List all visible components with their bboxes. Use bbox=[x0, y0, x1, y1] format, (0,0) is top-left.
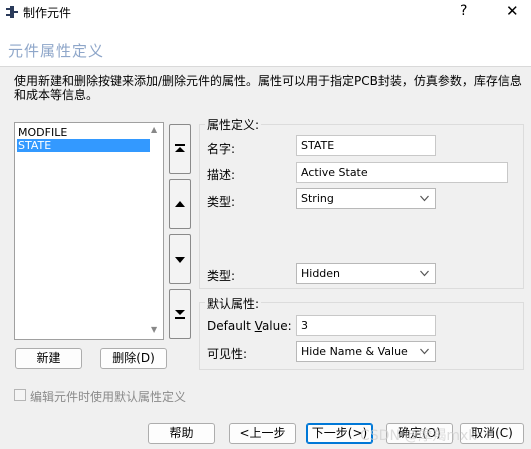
type-dropdown-2[interactable]: Hidden bbox=[296, 263, 436, 284]
window-title: 制作元件 bbox=[23, 6, 72, 20]
move-down-button[interactable] bbox=[169, 234, 191, 284]
type-dropdown-2-value: Hidden bbox=[301, 267, 341, 280]
type-label-2: 类型: bbox=[207, 269, 236, 283]
watermark-text: CSDN @摩羯mxk bbox=[360, 428, 477, 444]
scroll-up-arrow-icon[interactable]: ▲ bbox=[151, 125, 157, 134]
use-default-definition-checkbox[interactable] bbox=[14, 389, 26, 401]
visibility-dropdown[interactable]: Hide Name & Value bbox=[296, 341, 436, 362]
move-up-icon bbox=[175, 201, 185, 207]
list-item-selected[interactable]: STATE bbox=[17, 139, 150, 152]
default-attribute-label: 默认属性: bbox=[205, 295, 262, 312]
page-title: 元件属性定义 bbox=[8, 42, 105, 60]
move-to-bottom-button[interactable] bbox=[169, 289, 191, 339]
description-field[interactable]: Active State bbox=[296, 162, 508, 183]
default-value-field[interactable]: 3 bbox=[296, 315, 436, 336]
help-title-button[interactable]: ? bbox=[460, 3, 467, 19]
delete-attribute-button[interactable]: 删除(D) bbox=[100, 348, 167, 369]
close-icon[interactable]: ✕ bbox=[506, 2, 519, 20]
list-item[interactable]: MODFILE bbox=[17, 126, 150, 139]
move-bottom-icon bbox=[175, 310, 185, 319]
help-button[interactable]: 帮助 bbox=[148, 423, 215, 444]
move-to-top-button[interactable] bbox=[169, 124, 191, 174]
move-top-icon bbox=[175, 144, 185, 152]
description-label: 描述: bbox=[207, 168, 236, 182]
use-default-definition-label: 编辑元件时使用默认属性定义 bbox=[30, 390, 187, 404]
chevron-down-icon bbox=[420, 195, 429, 202]
new-attribute-button[interactable]: 新建 bbox=[15, 348, 82, 369]
chevron-down-icon bbox=[420, 270, 429, 277]
visibility-dropdown-value: Hide Name & Value bbox=[301, 345, 408, 358]
attribute-definition-label: 属性定义: bbox=[205, 116, 262, 133]
visibility-label: 可见性: bbox=[207, 347, 248, 361]
scroll-down-arrow-icon[interactable]: ▼ bbox=[151, 325, 157, 334]
type-dropdown[interactable]: String bbox=[296, 188, 436, 209]
instructions-text: 使用新建和删除按键来添加/删除元件的属性。属性可以用于指定PCB封装，仿真参数，… bbox=[14, 74, 522, 102]
chevron-down-icon bbox=[420, 348, 429, 355]
attribute-listbox[interactable]: MODFILE STATE bbox=[14, 122, 164, 340]
move-up-button[interactable] bbox=[169, 179, 191, 229]
name-label: 名字: bbox=[207, 142, 236, 156]
component-wizard-icon bbox=[6, 6, 18, 18]
title-bar bbox=[0, 0, 531, 24]
default-value-label: Default Value: bbox=[207, 319, 292, 333]
back-button[interactable]: <上一步 bbox=[229, 423, 296, 444]
type-dropdown-value: String bbox=[301, 192, 334, 205]
move-down-icon bbox=[175, 257, 185, 263]
type-label: 类型: bbox=[207, 195, 236, 209]
name-field[interactable]: STATE bbox=[296, 135, 436, 156]
